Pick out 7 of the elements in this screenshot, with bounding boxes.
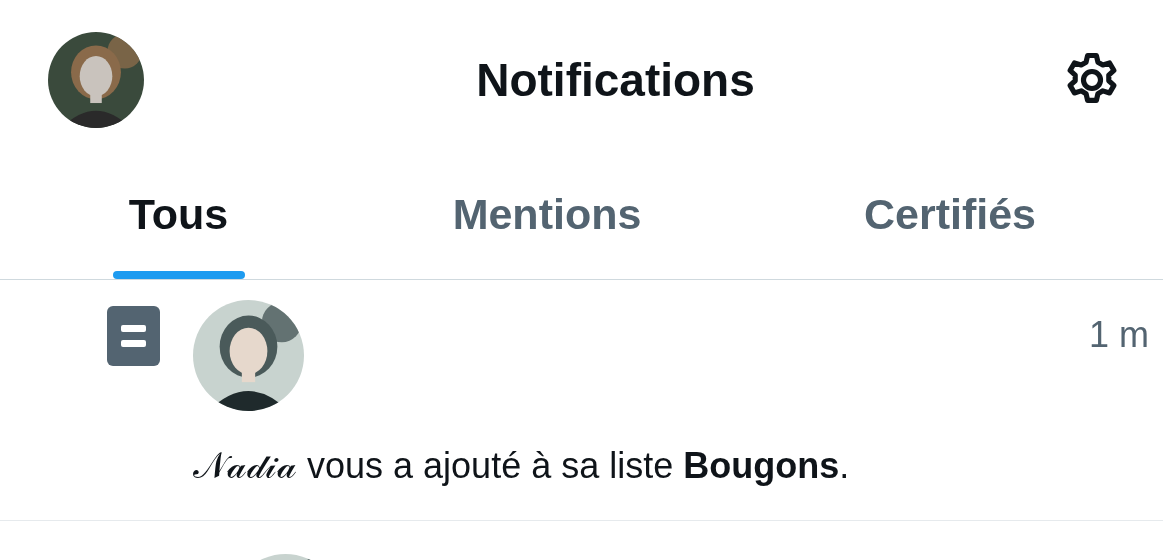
- notification-text: 𝒩𝒶𝒹𝒾𝒶 vous a ajouté à sa liste Bougons.: [193, 445, 851, 487]
- page-title: Notifications: [476, 53, 755, 107]
- tab[interactable]: Mentions: [446, 160, 648, 279]
- tab[interactable]: Tous: [106, 160, 251, 279]
- timestamp: 1 m: [1089, 314, 1149, 356]
- tab[interactable]: Certifiés: [857, 160, 1043, 279]
- list-icon: [107, 306, 160, 366]
